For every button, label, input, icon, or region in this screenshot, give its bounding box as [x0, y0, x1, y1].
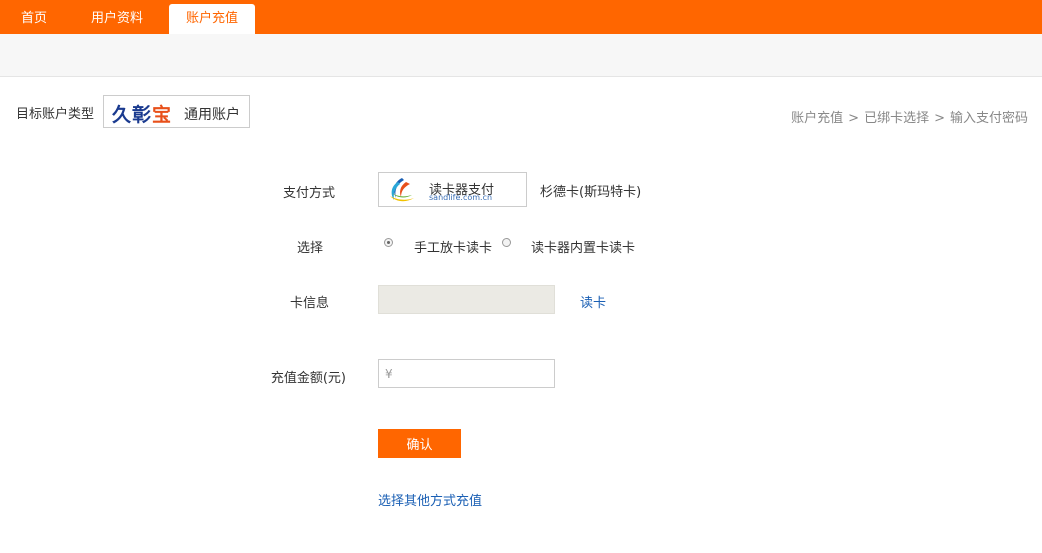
- choose-label: 选择: [296, 241, 323, 256]
- top-nav-bar: 首页 用户资料 账户充值: [0, 0, 1042, 34]
- target-account-type-box: 久彰宝 通用账户: [103, 95, 250, 128]
- recharge-amount-input[interactable]: [397, 362, 551, 386]
- payment-method-domain: sandlife.com.cn: [429, 193, 493, 202]
- card-info-label: 卡信息: [289, 296, 329, 311]
- card-info-field: [378, 285, 555, 314]
- logo-char-1: 久: [112, 104, 133, 126]
- payment-card-type: 杉德卡(斯玛特卡): [540, 185, 642, 200]
- breadcrumb-separator: >: [934, 111, 945, 126]
- confirm-button[interactable]: 确认: [378, 429, 461, 458]
- breadcrumb-step-bound-card: 已绑卡选择: [864, 111, 930, 126]
- target-account-type-label: 目标账户类型: [16, 107, 95, 122]
- currency-symbol: ¥: [385, 367, 393, 381]
- breadcrumb-step-password: 输入支付密码: [949, 111, 1028, 126]
- other-recharge-method-link[interactable]: 选择其他方式充值: [378, 490, 482, 509]
- tab-account-recharge[interactable]: 账户充值: [169, 4, 255, 34]
- logo-char-3: 宝: [152, 104, 173, 126]
- payment-method-option[interactable]: 读卡器支付 sandlife.com.cn: [378, 172, 527, 207]
- sand-logo-icon: [390, 178, 414, 202]
- breadcrumb-separator: >: [848, 111, 860, 126]
- sub-toolbar: [0, 34, 1042, 77]
- breadcrumb-step-recharge: 账户充值: [791, 111, 844, 126]
- breadcrumb: 账户充值 > 已绑卡选择 > 输入支付密码: [791, 107, 1028, 126]
- logo-char-2: 彰: [132, 104, 153, 126]
- radio-manual-card-label[interactable]: 手工放卡读卡: [414, 237, 492, 256]
- radio-manual-card[interactable]: [384, 238, 393, 247]
- jiuzhangbao-logo: 久彰宝: [112, 100, 172, 127]
- payment-method-label: 支付方式: [282, 186, 335, 201]
- recharge-amount-label: 充值金额(元): [270, 371, 346, 386]
- tab-user-profile[interactable]: 用户资料: [82, 4, 152, 34]
- radio-builtin-card[interactable]: [502, 238, 511, 247]
- target-account-type-value: 通用账户: [184, 107, 240, 123]
- read-card-link[interactable]: 读卡: [580, 292, 606, 311]
- tab-home[interactable]: 首页: [12, 4, 56, 34]
- radio-builtin-card-label[interactable]: 读卡器内置卡读卡: [531, 237, 635, 256]
- recharge-amount-box[interactable]: ¥: [378, 359, 555, 388]
